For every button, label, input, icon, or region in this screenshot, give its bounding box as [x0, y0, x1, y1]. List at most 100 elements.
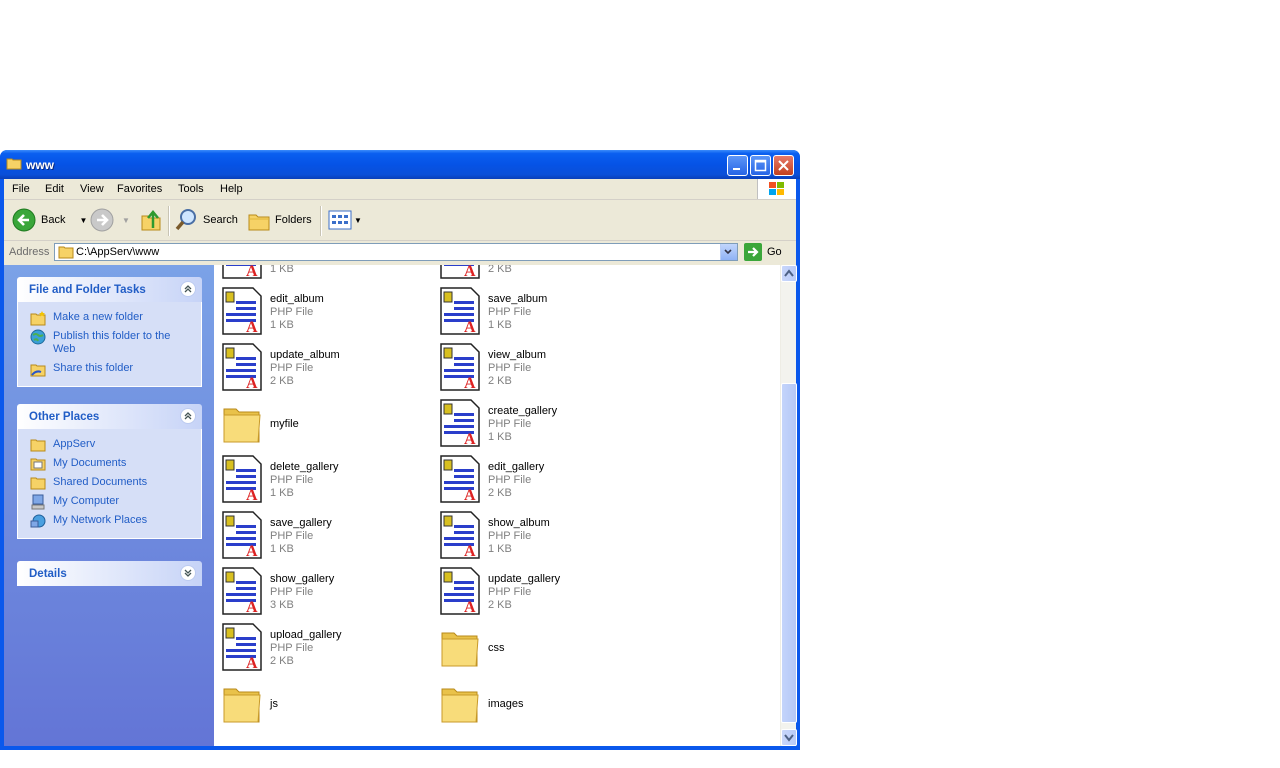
- address-bar: Address C:\AppServ\www Go: [4, 241, 796, 264]
- item-size: 1 KB: [270, 543, 294, 555]
- menu-view[interactable]: View: [80, 183, 104, 195]
- file-item[interactable]: Aupdate_album PHP File 2 KB: [222, 343, 432, 395]
- folder-icon: [223, 408, 261, 443]
- folder-icon: [441, 632, 479, 667]
- scroll-down-button[interactable]: [781, 729, 797, 746]
- place-my-documents[interactable]: My Documents: [18, 454, 201, 473]
- file-item[interactable]: Acreate_gallery PHP File 1 KB: [440, 399, 650, 451]
- collapse-chevron-icon[interactable]: [180, 281, 196, 297]
- item-name: update_album: [270, 349, 340, 361]
- toolbar-separator: [320, 206, 322, 236]
- place-label: My Documents: [53, 457, 127, 469]
- folder-item[interactable]: images: [440, 679, 650, 731]
- place-shared-documents[interactable]: Shared Documents: [18, 473, 201, 492]
- php-file-icon: A: [222, 287, 262, 335]
- address-input[interactable]: C:\AppServ\www: [54, 243, 738, 261]
- chevron-down-icon[interactable]: ▼: [79, 216, 87, 225]
- menu-bar: File Edit View Favorites Tools Help: [4, 179, 796, 200]
- back-label: Back: [41, 214, 66, 226]
- menu-edit[interactable]: Edit: [45, 183, 64, 195]
- search-icon: [175, 209, 196, 231]
- file-item[interactable]: Aedit_gallery PHP File 2 KB: [440, 455, 650, 507]
- back-button[interactable]: Back ▼: [12, 207, 87, 233]
- item-type: PHP File: [270, 474, 314, 486]
- file-item[interactable]: Asave_album PHP File 1 KB: [440, 287, 650, 339]
- minimize-button[interactable]: [727, 155, 748, 176]
- item-type: PHP File: [270, 642, 314, 654]
- item-type: PHP File: [488, 530, 532, 542]
- folder-item[interactable]: js: [222, 679, 432, 731]
- file-item[interactable]: Asave_gallery PHP File 1 KB: [222, 511, 432, 563]
- svg-text:A: A: [464, 543, 476, 559]
- file-item[interactable]: Aupdate_gallery PHP File 2 KB: [440, 567, 650, 619]
- vertical-scrollbar[interactable]: [780, 265, 797, 746]
- search-button[interactable]: Search: [175, 207, 238, 233]
- panel-title: Details: [29, 568, 67, 580]
- item-name: js: [270, 698, 278, 710]
- panel-header[interactable]: File and Folder Tasks: [17, 277, 202, 302]
- task-publish-folder[interactable]: Publish this folder to the Web: [18, 327, 201, 359]
- item-size: 1 KB: [270, 265, 294, 275]
- menu-tools[interactable]: Tools: [178, 183, 204, 195]
- menu-file[interactable]: File: [12, 183, 30, 195]
- menu-favorites[interactable]: Favorites: [117, 183, 162, 195]
- php-file-icon: A: [222, 455, 262, 503]
- folder-item[interactable]: css: [440, 623, 650, 675]
- maximize-button[interactable]: [750, 155, 771, 176]
- expand-chevron-icon[interactable]: [180, 565, 196, 581]
- item-size: 2 KB: [270, 375, 294, 387]
- svg-text:A: A: [464, 319, 476, 335]
- file-item[interactable]: APHP File2 KB: [440, 265, 650, 283]
- folder-icon: [223, 688, 261, 723]
- file-item[interactable]: Aupload_gallery PHP File 2 KB: [222, 623, 432, 675]
- svg-text:A: A: [464, 265, 476, 279]
- scroll-thumb[interactable]: [781, 383, 797, 723]
- views-button[interactable]: ▼: [328, 207, 362, 233]
- place-appserv[interactable]: AppServ: [18, 435, 201, 454]
- folders-label: Folders: [275, 214, 312, 226]
- file-item[interactable]: Aedit_album PHP File 1 KB: [222, 287, 432, 339]
- forward-button[interactable]: ▼: [90, 207, 130, 233]
- menu-help[interactable]: Help: [220, 183, 243, 195]
- item-size: 2 KB: [270, 655, 294, 667]
- back-arrow-icon: [12, 208, 36, 232]
- title-bar[interactable]: www: [0, 150, 800, 179]
- file-item[interactable]: Ashow_album PHP File 1 KB: [440, 511, 650, 563]
- arrow-down-icon: [784, 734, 794, 742]
- address-path: C:\AppServ\www: [76, 246, 160, 258]
- item-name: save_gallery: [270, 517, 332, 529]
- forward-arrow-icon: [90, 208, 114, 232]
- item-name: images: [488, 698, 524, 710]
- close-icon: [778, 160, 789, 171]
- scroll-up-button[interactable]: [781, 265, 797, 282]
- place-my-computer[interactable]: My Computer: [18, 492, 201, 511]
- address-dropdown[interactable]: [720, 244, 737, 260]
- file-item[interactable]: Aview_album PHP File 2 KB: [440, 343, 650, 395]
- file-item[interactable]: Adelete_gallery PHP File 1 KB: [222, 455, 432, 507]
- go-button[interactable]: Go: [744, 243, 782, 261]
- item-name: myfile: [270, 418, 299, 430]
- item-type: PHP File: [488, 362, 532, 374]
- panel-header[interactable]: Details: [17, 561, 202, 586]
- toolbar-separator: [168, 206, 170, 236]
- file-item[interactable]: Ashow_gallery PHP File 3 KB: [222, 567, 432, 619]
- folder-item[interactable]: myfile: [222, 399, 432, 451]
- panel-body: AppServ My Documents Shared Documents My…: [17, 429, 202, 539]
- svg-text:A: A: [246, 599, 258, 615]
- folders-button[interactable]: Folders: [247, 207, 312, 233]
- item-size: 2 KB: [488, 487, 512, 499]
- item-name: delete_gallery: [270, 461, 339, 473]
- close-button[interactable]: [773, 155, 794, 176]
- other-places-panel: Other Places AppServ My Documents Shared…: [17, 404, 202, 539]
- file-item[interactable]: APHP File1 KB: [222, 265, 432, 283]
- item-name: css: [488, 642, 505, 654]
- task-make-new-folder[interactable]: Make a new folder: [18, 308, 201, 327]
- window-title: www: [26, 158, 55, 172]
- php-file-icon: A: [222, 511, 262, 559]
- collapse-chevron-icon[interactable]: [180, 408, 196, 424]
- place-my-network-places[interactable]: My Network Places: [18, 511, 201, 530]
- up-folder-button[interactable]: [140, 207, 162, 233]
- task-share-folder[interactable]: Share this folder: [18, 359, 201, 378]
- toolbar: Back ▼ ▼ Search Folders ▼: [4, 200, 796, 241]
- panel-header[interactable]: Other Places: [17, 404, 202, 429]
